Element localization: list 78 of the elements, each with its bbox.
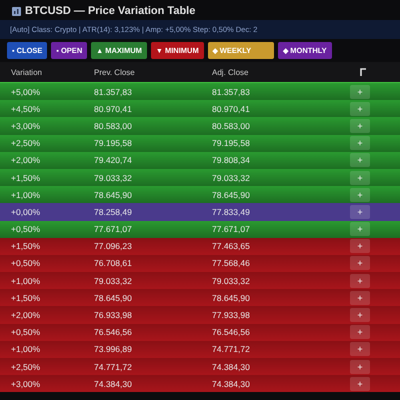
table-cell-text: 77.833,49 <box>212 206 251 217</box>
table-cell-text: 79.420,74 <box>94 155 133 166</box>
add-button[interactable]: + <box>350 188 370 202</box>
column-header: Variation <box>11 68 43 76</box>
table-cell-text: 78.645,90 <box>94 292 133 303</box>
table-cell-text: 78.645,90 <box>212 292 251 303</box>
table-cell-text: 79.033,32 <box>212 276 251 286</box>
table-cell-text: 76.546,56 <box>94 327 133 338</box>
add-button[interactable]: + <box>350 170 370 185</box>
table-cell-text: 74.771,72 <box>94 362 133 372</box>
add-button[interactable]: + <box>350 360 370 374</box>
table-cell-text: +1,50% <box>11 292 42 303</box>
table-cell-text: 77.671,07 <box>94 224 133 234</box>
table-cell-text: 81.357,83 <box>94 86 133 97</box>
table-cell-text: 79.195,58 <box>212 138 251 148</box>
table-cell-text: 80.970,41 <box>94 104 133 114</box>
table-cell-text: 76.708,61 <box>94 258 133 268</box>
table-cell-text: 79.033,32 <box>94 276 133 286</box>
add-button[interactable]: + <box>350 222 370 236</box>
add-button[interactable]: + <box>350 136 370 150</box>
table-cell-text: 74.384,30 <box>94 378 133 389</box>
table-cell-text: +2,50% <box>11 138 42 148</box>
add-button[interactable]: + <box>350 118 370 133</box>
table-cell-text: 79.195,58 <box>94 138 133 148</box>
table-cell-text: 80.970,41 <box>212 104 251 114</box>
table-cell-text: +1,50% <box>11 241 42 252</box>
table-cell-text: 76.546,56 <box>212 327 251 338</box>
add-button[interactable]: + <box>350 239 370 254</box>
add-button[interactable]: + <box>350 84 370 99</box>
table-cell-text: +0,00% <box>11 206 42 217</box>
table-cell-text: +2,00% <box>11 155 42 166</box>
chart-icon <box>12 6 21 16</box>
table-cell-text: +1,00% <box>11 344 42 354</box>
add-button[interactable]: + <box>350 153 370 168</box>
table-cell-text: 74.384,30 <box>212 378 251 389</box>
add-button[interactable]: + <box>350 256 370 270</box>
column-header: Adj. Close <box>212 68 250 76</box>
add-button[interactable]: + <box>350 308 370 322</box>
table-cell-text: 78.645,90 <box>212 190 251 200</box>
table-cell-text: 80.583,00 <box>94 120 133 131</box>
table-cell-text: 74.771,72 <box>212 344 251 354</box>
table-cell-text: +0,50% <box>11 258 42 268</box>
table-cell-text: +2,00% <box>11 310 42 320</box>
add-button[interactable]: + <box>350 376 370 391</box>
table-cell-text: 77.671,07 <box>212 224 251 234</box>
table-cell-text: 77.568,46 <box>212 258 251 268</box>
add-button[interactable]: + <box>350 342 370 356</box>
add-button[interactable]: + <box>350 204 370 219</box>
table-cell-text: +3,00% <box>11 378 42 389</box>
table-cell-text: 73.996,89 <box>94 344 133 354</box>
table-cell-text: 79.808,34 <box>212 155 251 166</box>
corner-icon <box>360 68 366 76</box>
table-cell-text: +1,00% <box>11 276 42 286</box>
table-cell-text: 74.384,30 <box>212 362 251 372</box>
table-cell-text: 78.645,90 <box>94 190 133 200</box>
table-cell-text: +0,50% <box>11 327 42 338</box>
table-cell-text: +5,00% <box>11 86 42 97</box>
table-cell-text: 80.583,00 <box>212 120 251 131</box>
add-button[interactable]: + <box>350 290 370 305</box>
add-button[interactable]: + <box>350 274 370 288</box>
window-title: BTCUSD — Price Variation Table <box>25 5 196 17</box>
table-cell-text: 77.933,98 <box>212 310 251 320</box>
table-cell-text: +0,50% <box>11 224 42 234</box>
table-cell-text: +2,50% <box>11 362 42 372</box>
table-cell-text: +1,50% <box>11 172 42 183</box>
add-button[interactable]: + <box>350 102 370 116</box>
table-cell-text: 79.033,32 <box>212 172 251 183</box>
table-cell-text: 77.096,23 <box>94 241 133 252</box>
table-cell-text: 79.033,32 <box>94 172 133 183</box>
table-cell-text: +1,00% <box>11 190 42 200</box>
table-cell-text: +3,00% <box>11 120 42 131</box>
column-header: Prev. Close <box>94 68 136 76</box>
table-cell-text: 78.258,49 <box>94 206 133 217</box>
table-cell-text: +4,50% <box>11 104 42 114</box>
table-cell-text: 76.933,98 <box>94 310 133 320</box>
add-button[interactable]: + <box>350 325 370 340</box>
table-cell-text: 77.463,65 <box>212 241 251 252</box>
table-cell-text: 81.357,83 <box>212 86 251 97</box>
